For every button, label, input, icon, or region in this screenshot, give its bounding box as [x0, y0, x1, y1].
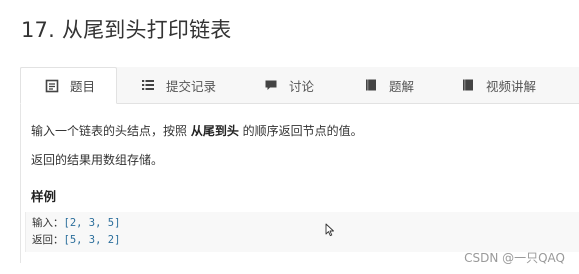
example-input-label: 输入：: [32, 217, 64, 229]
watermark: CSDN @一只QAQ: [464, 251, 565, 265]
book-icon: [461, 78, 475, 92]
example-input-line: 输入：[2, 3, 5]: [32, 216, 120, 230]
tab-submissions-label: 提交记录: [166, 78, 217, 94]
tab-video-explanation[interactable]: 视频讲解: [461, 67, 571, 103]
tab-solutions-label: 题解: [389, 78, 415, 94]
tab-discussion-label: 讨论: [289, 78, 315, 94]
tab-solutions[interactable]: 题解: [364, 67, 454, 103]
example-input-value: [2, 3, 5]: [63, 217, 121, 229]
example-output-value: [5, 3, 2]: [63, 234, 121, 246]
mouse-cursor-icon: [325, 222, 335, 237]
tab-submissions[interactable]: 提交记录: [141, 67, 251, 103]
example-heading: 样例: [31, 189, 57, 204]
list-icon: [141, 78, 155, 92]
description-line-1-suffix: 的顺序返回节点的值。: [238, 124, 363, 138]
tab-description-label: 题目: [70, 79, 96, 94]
book-icon: [364, 78, 378, 92]
example-code-block: 输入：[2, 3, 5] 返回：[5, 3, 2]: [25, 212, 579, 252]
description-line-2: 返回的结果用数组存储。: [31, 153, 164, 167]
tab-video-explanation-label: 视频讲解: [486, 78, 537, 94]
description-icon: [45, 79, 59, 93]
example-output-line: 返回：[5, 3, 2]: [32, 233, 120, 247]
description-line-1-prefix: 输入一个链表的头结点，按照: [31, 124, 191, 138]
example-output-label: 返回：: [32, 234, 64, 246]
description-line-1: 输入一个链表的头结点，按照 从尾到头 的顺序返回节点的值。: [31, 121, 571, 141]
tab-bar: 题目 提交记录 讨论 题解 视频讲解: [20, 67, 579, 104]
tab-discussion[interactable]: 讨论: [264, 67, 354, 103]
chat-icon: [264, 78, 278, 92]
page-title: 17. 从尾到头打印链表: [21, 18, 232, 42]
tab-description[interactable]: 题目: [20, 67, 117, 104]
description-line-1-bold: 从尾到头: [190, 124, 239, 138]
problem-description: 输入一个链表的头结点，按照 从尾到头 的顺序返回节点的值。 返回的结果用数组存储…: [31, 121, 571, 170]
